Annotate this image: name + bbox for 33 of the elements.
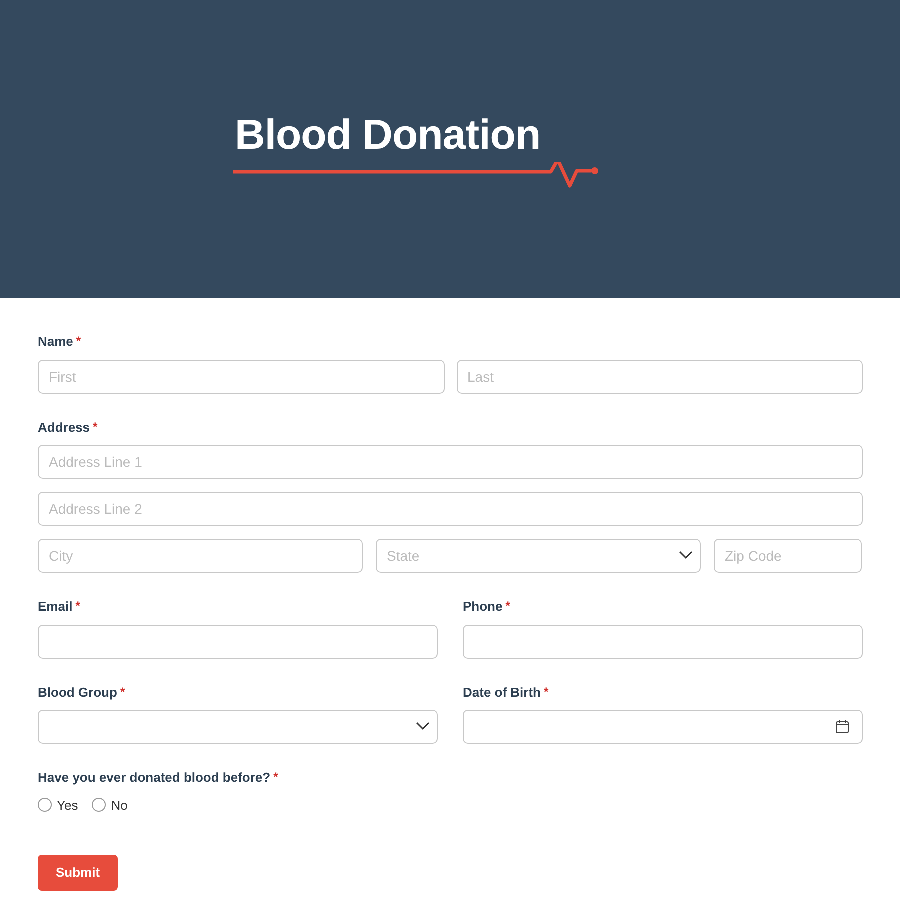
required-mark: *	[93, 418, 98, 436]
select-field[interactable]: State	[376, 539, 701, 573]
field-label: Phone	[463, 598, 503, 616]
input-field[interactable]: Address Line 1	[38, 445, 863, 479]
submit-button[interactable]: Submit	[38, 855, 118, 891]
field-label: Have you ever donated blood before?	[38, 769, 271, 787]
input-field[interactable]: Zip Code	[714, 539, 862, 573]
select-field[interactable]	[38, 710, 438, 744]
field-label: Blood Group	[38, 684, 118, 702]
logo-text: Blood Donation	[234, 114, 542, 156]
input-field[interactable]	[463, 624, 863, 658]
required-mark: *	[506, 598, 510, 615]
input-field[interactable]: First	[38, 360, 444, 394]
input-field[interactable]: Last	[456, 360, 863, 394]
radio-option[interactable]: Yes	[38, 796, 78, 815]
input-field[interactable]: City	[38, 539, 363, 573]
required-mark: *	[76, 333, 82, 350]
required-mark: *	[120, 684, 126, 700]
radio-option[interactable]: No	[92, 796, 128, 815]
chevron-down-icon	[416, 721, 430, 731]
field-label: Name	[38, 333, 74, 351]
heartbeat-line-icon	[233, 162, 601, 188]
required-mark: *	[76, 598, 80, 615]
calendar-icon	[836, 720, 849, 734]
input-field[interactable]	[38, 624, 438, 658]
required-mark: *	[274, 769, 278, 786]
field-label: Address	[38, 418, 90, 436]
field-label: Date of Birth	[463, 684, 541, 702]
input-field[interactable]: Address Line 2	[38, 492, 863, 526]
date-field[interactable]	[463, 710, 863, 744]
field-label: Email	[38, 598, 73, 616]
chevron-down-icon	[679, 550, 693, 560]
required-mark: *	[544, 684, 549, 700]
